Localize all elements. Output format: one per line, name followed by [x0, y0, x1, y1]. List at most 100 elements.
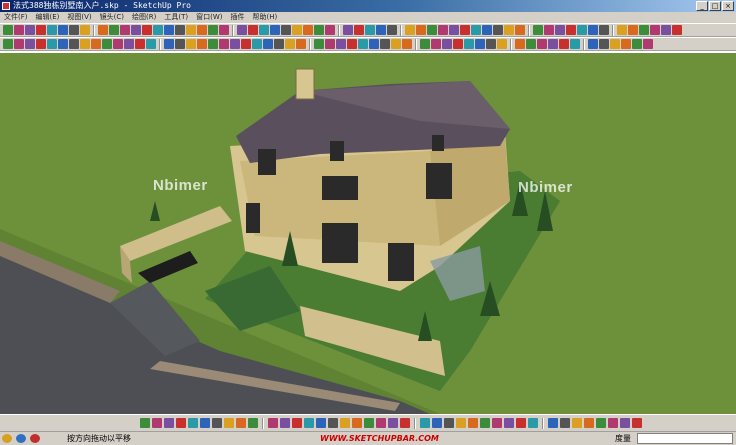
plugin-tool-icon[interactable] [369, 39, 379, 49]
plugin-tool-icon[interactable] [559, 39, 569, 49]
plugin-tool-icon[interactable] [175, 39, 185, 49]
plugin-tool-icon[interactable] [208, 39, 218, 49]
plugin-tool-icon[interactable] [486, 39, 496, 49]
plugin-tool-icon[interactable] [135, 39, 145, 49]
plugin-tool-icon[interactable] [164, 39, 174, 49]
plugin-tool-icon[interactable] [69, 39, 79, 49]
draw-tool-icon[interactable] [292, 418, 302, 428]
plugin-tool-icon[interactable] [146, 39, 156, 49]
plugin-tool-icon[interactable] [14, 39, 24, 49]
draw-tool-icon[interactable] [224, 418, 234, 428]
main-tool-icon[interactable] [628, 25, 638, 35]
main-tool-icon[interactable] [248, 25, 258, 35]
draw-tool-icon[interactable] [608, 418, 618, 428]
draw-tool-icon[interactable] [248, 418, 258, 428]
main-tool-icon[interactable] [471, 25, 481, 35]
menu-plugins[interactable]: 插件 [226, 12, 248, 23]
main-tool-icon[interactable] [98, 25, 108, 35]
main-tool-icon[interactable] [197, 25, 207, 35]
main-tool-icon[interactable] [577, 25, 587, 35]
menu-window[interactable]: 窗口(W) [192, 12, 226, 23]
main-tool-icon[interactable] [427, 25, 437, 35]
plugin-tool-icon[interactable] [621, 39, 631, 49]
draw-tool-icon[interactable] [444, 418, 454, 428]
main-tool-icon[interactable] [661, 25, 671, 35]
draw-tool-icon[interactable] [328, 418, 338, 428]
credits-icon[interactable] [16, 434, 26, 443]
main-tool-icon[interactable] [58, 25, 68, 35]
main-tool-icon[interactable] [3, 25, 13, 35]
plugin-tool-icon[interactable] [252, 39, 262, 49]
geo-location-icon[interactable] [2, 434, 12, 443]
plugin-tool-icon[interactable] [402, 39, 412, 49]
close-button[interactable]: × [722, 1, 734, 11]
plugin-tool-icon[interactable] [113, 39, 123, 49]
main-tool-icon[interactable] [303, 25, 313, 35]
main-tool-icon[interactable] [314, 25, 324, 35]
plugin-tool-icon[interactable] [3, 39, 13, 49]
model-viewport[interactable]: Nbimer Nbimer [0, 51, 736, 414]
menu-help[interactable]: 帮助(H) [248, 12, 281, 23]
plugin-tool-icon[interactable] [91, 39, 101, 49]
draw-tool-icon[interactable] [340, 418, 350, 428]
plugin-tool-icon[interactable] [526, 39, 536, 49]
main-tool-icon[interactable] [515, 25, 525, 35]
draw-tool-icon[interactable] [528, 418, 538, 428]
plugin-tool-icon[interactable] [391, 39, 401, 49]
main-tool-icon[interactable] [354, 25, 364, 35]
plugin-tool-icon[interactable] [358, 39, 368, 49]
plugin-tool-icon[interactable] [431, 39, 441, 49]
plugin-tool-icon[interactable] [497, 39, 507, 49]
main-tool-icon[interactable] [175, 25, 185, 35]
main-tool-icon[interactable] [588, 25, 598, 35]
plugin-tool-icon[interactable] [186, 39, 196, 49]
draw-tool-icon[interactable] [516, 418, 526, 428]
draw-tool-icon[interactable] [504, 418, 514, 428]
plugin-tool-icon[interactable] [475, 39, 485, 49]
draw-tool-icon[interactable] [468, 418, 478, 428]
draw-tool-icon[interactable] [548, 418, 558, 428]
plugin-tool-icon[interactable] [80, 39, 90, 49]
main-tool-icon[interactable] [566, 25, 576, 35]
draw-tool-icon[interactable] [400, 418, 410, 428]
draw-tool-icon[interactable] [140, 418, 150, 428]
draw-tool-icon[interactable] [280, 418, 290, 428]
plugin-tool-icon[interactable] [241, 39, 251, 49]
plugin-tool-icon[interactable] [285, 39, 295, 49]
main-tool-icon[interactable] [376, 25, 386, 35]
main-tool-icon[interactable] [109, 25, 119, 35]
plugin-tool-icon[interactable] [632, 39, 642, 49]
main-tool-icon[interactable] [14, 25, 24, 35]
plugin-tool-icon[interactable] [197, 39, 207, 49]
plugin-tool-icon[interactable] [380, 39, 390, 49]
maximize-button[interactable]: □ [709, 1, 721, 11]
main-tool-icon[interactable] [142, 25, 152, 35]
draw-tool-icon[interactable] [164, 418, 174, 428]
main-tool-icon[interactable] [325, 25, 335, 35]
menu-camera[interactable]: 镜头(C) [96, 12, 128, 23]
main-tool-icon[interactable] [482, 25, 492, 35]
plugin-tool-icon[interactable] [515, 39, 525, 49]
main-tool-icon[interactable] [36, 25, 46, 35]
user-info-icon[interactable] [30, 434, 40, 443]
menu-edit[interactable]: 编辑(E) [32, 12, 64, 23]
main-tool-icon[interactable] [544, 25, 554, 35]
plugin-tool-icon[interactable] [314, 39, 324, 49]
draw-tool-icon[interactable] [584, 418, 594, 428]
main-tool-icon[interactable] [120, 25, 130, 35]
main-tool-icon[interactable] [533, 25, 543, 35]
main-tool-icon[interactable] [186, 25, 196, 35]
menu-draw[interactable]: 绘图(R) [128, 12, 160, 23]
draw-tool-icon[interactable] [152, 418, 162, 428]
plugin-tool-icon[interactable] [464, 39, 474, 49]
main-tool-icon[interactable] [343, 25, 353, 35]
main-tool-icon[interactable] [405, 25, 415, 35]
main-tool-icon[interactable] [80, 25, 90, 35]
menu-file[interactable]: 文件(F) [0, 12, 32, 23]
main-tool-icon[interactable] [281, 25, 291, 35]
draw-tool-icon[interactable] [188, 418, 198, 428]
plugin-tool-icon[interactable] [230, 39, 240, 49]
draw-tool-icon[interactable] [492, 418, 502, 428]
main-tool-icon[interactable] [438, 25, 448, 35]
main-tool-icon[interactable] [237, 25, 247, 35]
